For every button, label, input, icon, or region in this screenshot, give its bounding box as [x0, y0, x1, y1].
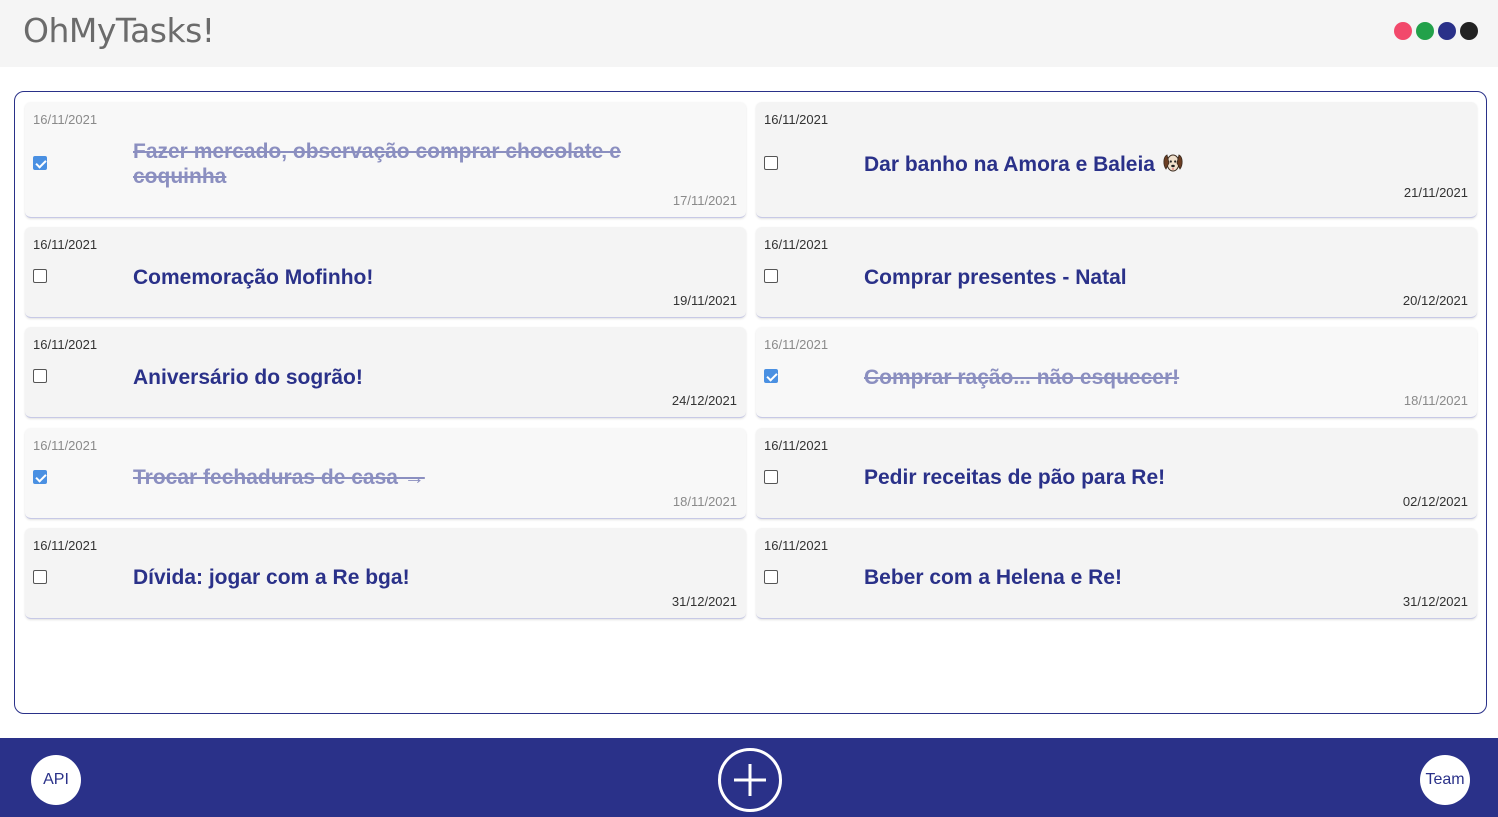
task-card: 16/11/2021 Comprar ração... não esquecer…: [756, 327, 1477, 418]
task-board: 16/11/2021 Fazer mercado, observação com…: [14, 91, 1487, 714]
created-date: 16/11/2021: [764, 438, 829, 453]
add-task-button[interactable]: [718, 748, 782, 812]
task-title[interactable]: Beber com a Helena e Re!: [864, 565, 1122, 590]
task-title[interactable]: Trocar fechaduras de casa →: [133, 465, 425, 490]
due-date: 18/11/2021: [1403, 393, 1468, 408]
task-checkbox[interactable]: [764, 570, 778, 584]
created-date: 16/11/2021: [33, 112, 98, 127]
team-button[interactable]: Team: [1420, 755, 1470, 805]
app-footer: API Team: [0, 738, 1498, 817]
task-checkbox[interactable]: [764, 156, 778, 170]
task-title-line-2: coquinha: [133, 165, 227, 188]
task-checkbox[interactable]: [33, 369, 47, 383]
task-card: 16/11/2021 Pedir receitas de pão para Re…: [756, 428, 1477, 519]
task-title[interactable]: Comprar presentes - Natal: [864, 265, 1127, 290]
task-title[interactable]: Aniversário do sogrão!: [133, 365, 363, 390]
task-checkbox[interactable]: [33, 470, 47, 484]
due-date: 19/11/2021: [672, 293, 737, 308]
task-card: 16/11/2021 Trocar fechaduras de casa → 1…: [25, 428, 746, 519]
task-title-line-1: Fazer mercado, observação comprar chocol…: [133, 140, 621, 163]
task-card: 16/11/2021 Dívida: jogar com a Re bga! 3…: [25, 528, 746, 619]
theme-dot-blue[interactable]: [1438, 22, 1456, 40]
task-checkbox[interactable]: [764, 369, 778, 383]
theme-dot-red[interactable]: [1394, 22, 1412, 40]
task-title[interactable]: Dívida: jogar com a Re bga!: [133, 565, 410, 590]
task-title[interactable]: Dar banho na Amora e Baleia: [864, 150, 1185, 180]
due-date: 31/12/2021: [1402, 594, 1468, 609]
task-card: 16/11/2021 Beber com a Helena e Re! 31/1…: [756, 528, 1477, 619]
theme-dot-black[interactable]: [1460, 22, 1478, 40]
due-date: 17/11/2021: [672, 193, 737, 208]
due-date: 18/11/2021: [672, 494, 737, 509]
created-date: 16/11/2021: [33, 337, 98, 352]
due-date: 21/11/2021: [1403, 185, 1468, 200]
dog-face-icon: [1161, 150, 1185, 180]
due-date: 24/12/2021: [671, 393, 737, 408]
task-card: 16/11/2021 Aniversário do sogrão! 24/12/…: [25, 327, 746, 418]
created-date: 16/11/2021: [33, 237, 98, 252]
app-logo: OhMyTasks!: [23, 11, 215, 50]
created-date: 16/11/2021: [764, 112, 829, 127]
task-checkbox[interactable]: [33, 269, 47, 283]
theme-dot-green[interactable]: [1416, 22, 1434, 40]
task-checkbox[interactable]: [33, 156, 47, 170]
task-card: 16/11/2021 Comemoração Mofinho! 19/11/20…: [25, 227, 746, 318]
task-checkbox[interactable]: [764, 269, 778, 283]
task-card: 16/11/2021 Dar banho na Amora e Baleia 2…: [756, 102, 1477, 218]
due-date: 31/12/2021: [671, 594, 737, 609]
created-date: 16/11/2021: [33, 438, 98, 453]
task-title[interactable]: Comprar ração... não esquecer!: [864, 365, 1179, 390]
created-date: 16/11/2021: [33, 538, 98, 553]
task-title[interactable]: Fazer mercado, observação comprar chocol…: [133, 139, 621, 189]
task-title[interactable]: Comemoração Mofinho!: [133, 265, 373, 290]
task-checkbox[interactable]: [33, 570, 47, 584]
app-header: OhMyTasks!: [0, 0, 1498, 67]
created-date: 16/11/2021: [764, 337, 829, 352]
created-date: 16/11/2021: [764, 538, 829, 553]
task-card: 16/11/2021 Fazer mercado, observação com…: [25, 102, 746, 218]
task-checkbox[interactable]: [764, 470, 778, 484]
task-title-text: Dar banho na Amora e Baleia: [864, 153, 1155, 176]
task-title[interactable]: Pedir receitas de pão para Re!: [864, 465, 1165, 490]
due-date: 02/12/2021: [1402, 494, 1468, 509]
theme-switcher: [1394, 22, 1478, 40]
due-date: 20/12/2021: [1402, 293, 1468, 308]
task-card: 16/11/2021 Comprar presentes - Natal 20/…: [756, 227, 1477, 318]
created-date: 16/11/2021: [764, 237, 829, 252]
api-button[interactable]: API: [31, 755, 81, 805]
